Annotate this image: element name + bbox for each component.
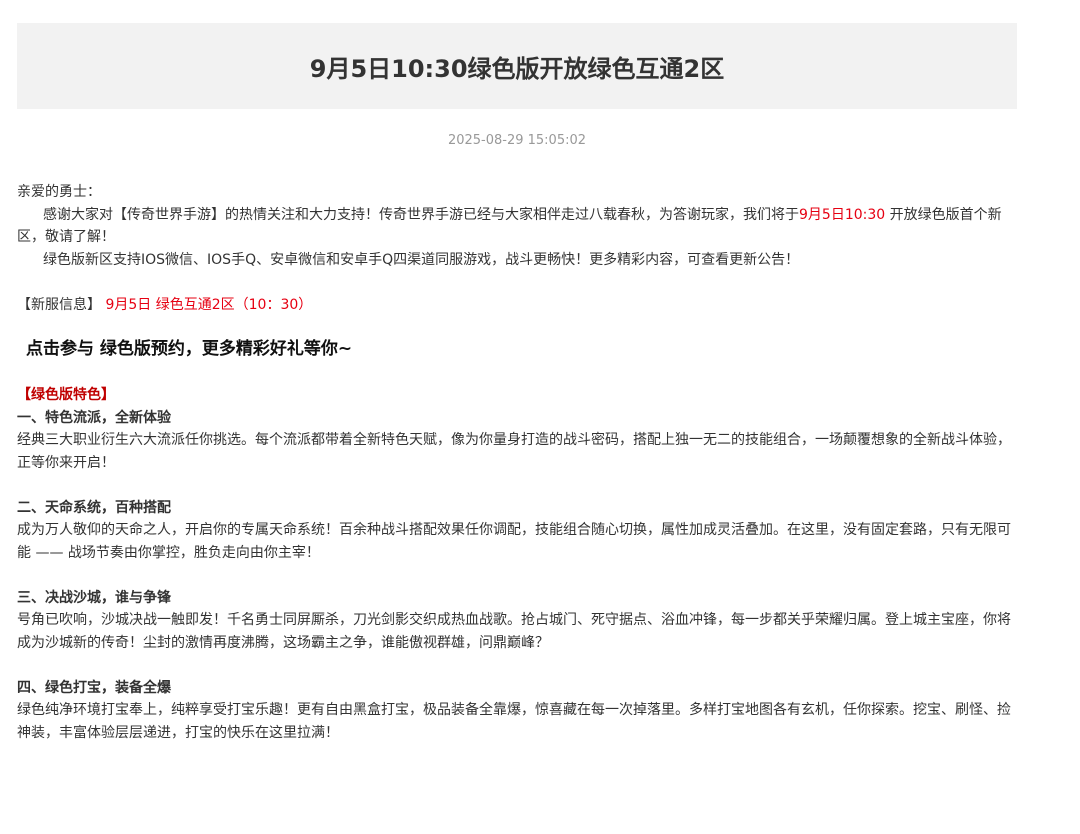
open-time-highlight: 9月5日10:30 [799,206,886,223]
feature-title-4: 四、绿色打宝，装备全爆 [17,679,171,696]
article-content: 亲爱的勇士： 感谢大家对【传奇世界手游】的热情关注和大力支持！传奇世界手游已经与… [17,181,1017,744]
intro-text: 感谢大家对【传奇世界手游】的热情关注和大力支持！传奇世界手游已经与大家相伴走过八… [43,206,799,223]
server-info-value: 9月5日 绿色互通2区（10：30） [105,296,313,313]
channels-paragraph: 绿色版新区支持IOS微信、IOS手Q、安卓微信和安卓手Q四渠道同服游戏，战斗更畅… [43,251,800,268]
publish-date: 2025-08-29 15:05:02 [447,133,587,148]
server-info-label: 【新服信息】 [17,296,101,313]
title-box: 9月5日10:30绿色版开放绿色互通2区 [17,23,1017,109]
feature-text-4: 绿色纯净环境打宝奉上，纯粹享受打宝乐趣！更有自由黑盒打宝，极品装备全靠爆，惊喜藏… [17,702,1011,741]
promo-text: 点击参与 [26,339,100,359]
page-title: 9月5日10:30绿色版开放绿色互通2区 [309,54,725,83]
greeting: 亲爱的勇士： [17,184,101,200]
feature-title-3: 三、决战沙城，谁与争锋 [17,589,171,606]
promo-line: 点击参与 绿色版预约，更多精彩好礼等你~ [26,336,1017,362]
feature-title-1: 一、特色流派，全新体验 [17,409,171,426]
feature-title-2: 二、天命系统，百种搭配 [17,499,171,516]
article: 9月5日10:30绿色版开放绿色互通2区 2025-08-29 15:05:02… [17,23,1017,744]
feature-text-3: 号角已吹响，沙城决战一触即发！千名勇士同屏厮杀，刀光剑影交织成热血战歌。抢占城门… [17,612,1011,651]
feature-text-1: 经典三大职业衍生六大流派任你挑选。每个流派都带着全新特色天赋，像为你量身打造的战… [17,432,1011,471]
feature-text-2: 成为万人敬仰的天命之人，开启你的专属天命系统！百余种战斗搭配效果任你调配，技能组… [17,522,1011,561]
promo-text-end: ，更多精彩好礼等你~ [184,339,353,359]
server-info: 【新服信息】 9月5日 绿色互通2区（10：30） [17,294,1017,317]
reservation-link[interactable]: 绿色版预约 [100,339,185,359]
features-heading: 【绿色版特色】 [17,387,115,403]
intro-paragraph: 感谢大家对【传奇世界手游】的热情关注和大力支持！传奇世界手游已经与大家相伴走过八… [17,204,1017,249]
